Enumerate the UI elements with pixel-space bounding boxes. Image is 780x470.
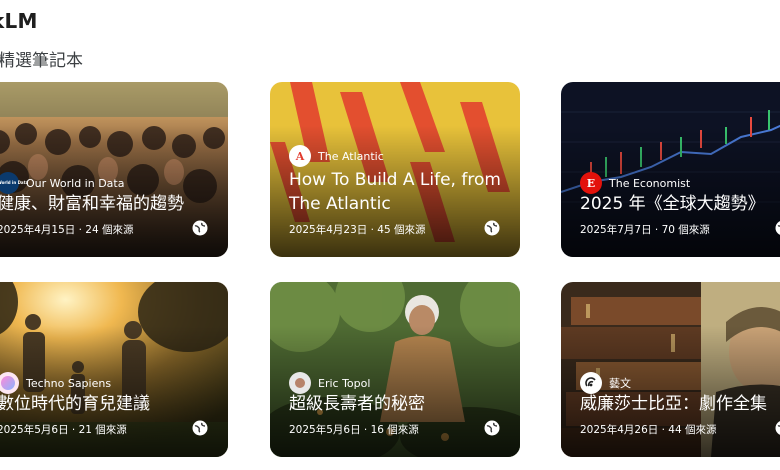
notebook-card-digital-parenting[interactable]: Techno Sapiens 數位時代的育兒建議 2025年5月6日 · 21 …	[0, 282, 228, 457]
card-meta: 2025年7月7日 · 70 個來源	[580, 224, 710, 236]
globe-icon	[484, 420, 500, 436]
card-title: 超級長壽者的秘密	[289, 394, 425, 414]
card-source: A The Atlantic	[289, 145, 384, 167]
atlantic-logo: A	[289, 145, 311, 167]
card-title: 健康、財富和幸福的趨勢	[0, 194, 184, 214]
notebook-card-world-trends[interactable]: Our World in Data Our World in Data 健康、財…	[0, 82, 228, 257]
economist-logo: E	[580, 172, 602, 194]
globe-icon	[192, 220, 208, 236]
owid-logo: Our World in Data	[0, 172, 28, 194]
app-title: kLM	[0, 9, 38, 33]
globe-icon	[192, 420, 208, 436]
globe-icon	[484, 220, 500, 236]
card-title: 2025 年《全球大趨勢》	[580, 194, 765, 214]
card-source: 藝文	[580, 372, 631, 394]
card-meta: 2025年4月23日 · 45 個來源	[289, 224, 426, 236]
card-title: 數位時代的育兒建議	[0, 394, 150, 414]
author-avatar	[289, 372, 311, 394]
globe-icon	[775, 221, 780, 235]
globe-icon	[775, 421, 780, 435]
card-source: Our World in Data Our World in Data	[0, 172, 124, 194]
card-source: E The Economist	[580, 172, 690, 194]
card-title: 威廉莎士比亞：劇作全集	[580, 394, 767, 414]
card-meta: 2025年4月15日 · 24 個來源	[0, 224, 134, 236]
notebook-card-supercentenarians[interactable]: Eric Topol 超級長壽者的秘密 2025年5月6日 · 16 個來源	[270, 282, 520, 457]
notebook-card-global-trends-2025[interactable]: E The Economist 2025 年《全球大趨勢》 2025年7月7日 …	[561, 82, 780, 257]
notebook-card-shakespeare[interactable]: 藝文 威廉莎士比亞：劇作全集 2025年4月26日 · 44 個來源	[561, 282, 780, 457]
section-title: 精選筆記本	[0, 51, 83, 71]
card-meta: 2025年4月26日 · 44 個來源	[580, 424, 717, 436]
card-source: Eric Topol	[289, 372, 370, 394]
card-meta: 2025年5月6日 · 16 個來源	[289, 424, 419, 436]
card-meta: 2025年5月6日 · 21 個來源	[0, 424, 127, 436]
techno-sapiens-logo	[0, 372, 19, 394]
card-title: How To Build A Life, from The Atlantic	[289, 170, 501, 214]
notebook-card-build-a-life[interactable]: A The Atlantic How To Build A Life, from…	[270, 82, 520, 257]
card-source: Techno Sapiens	[0, 372, 111, 394]
podcast-logo	[580, 372, 602, 394]
